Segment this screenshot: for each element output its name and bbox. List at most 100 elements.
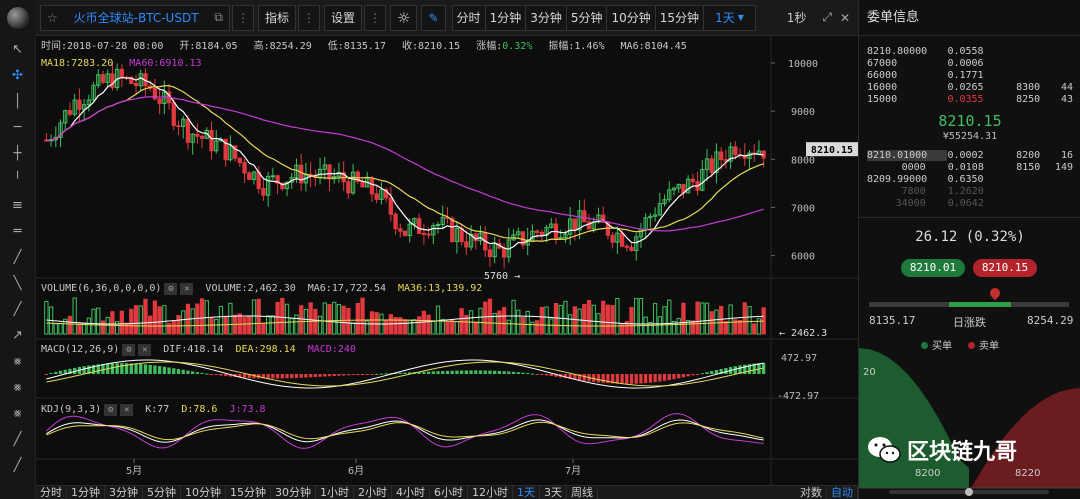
auto-scale-toggle[interactable]: 自动 <box>827 486 858 499</box>
best-ask-button[interactable]: 8210.15 <box>973 259 1037 277</box>
refresh-interval[interactable]: 1秒 <box>787 9 807 26</box>
price-line-tool-icon[interactable]: ╱ <box>0 296 35 322</box>
channel-tool-icon[interactable]: ═ <box>0 218 35 244</box>
symbol-selector[interactable]: ☆ 火币全球站-BTC-USDT ⧉ <box>40 4 230 31</box>
more-icon[interactable]: ⋮ <box>364 4 387 31</box>
bid-row[interactable]: 8209.99000 0.6350 <box>867 174 1073 185</box>
ma18-line <box>46 85 764 242</box>
bottom-period-11[interactable]: 12小时 <box>468 486 513 499</box>
star-icon[interactable]: ☆ <box>47 11 58 25</box>
vertical-line-tool-icon[interactable]: │ <box>0 88 35 114</box>
gear-icon[interactable]: ⚙ <box>164 283 178 295</box>
bottom-period-6[interactable]: 30分钟 <box>271 486 316 499</box>
best-bid-button[interactable]: 8210.01 <box>901 259 965 277</box>
macd-bar <box>176 369 181 374</box>
kline-chart[interactable]: 6000 7000 8000 9000 10000 8210.15 5760 → ← 2462… <box>36 36 858 485</box>
bottom-period-10[interactable]: 6小时 <box>430 486 468 499</box>
theme-toggle-icon[interactable]: ☼ <box>390 4 418 31</box>
gann-tool-icon[interactable]: ⨳ <box>0 374 35 400</box>
crosshair-icon[interactable]: ✣ <box>0 62 35 88</box>
macd-bar <box>436 371 440 374</box>
ask-row[interactable]: 66000 0.1771 <box>867 70 1073 81</box>
bottom-period-7[interactable]: 1小时 <box>316 486 354 499</box>
ask-row[interactable]: 8210.80000 0.0558 <box>867 46 1073 57</box>
kline-svg[interactable]: 6000 7000 8000 9000 10000 8210.15 5760 → ← 2462… <box>36 36 858 485</box>
close-icon[interactable]: ✕ <box>138 344 152 356</box>
ohlc-info: 时间:2018-07-28 08:00 开:8184.05 高:8254.29 … <box>41 41 697 53</box>
ask-row[interactable]: 15000 0.0355 8250 43 <box>867 94 1073 105</box>
bottom-period-9[interactable]: 4小时 <box>392 486 430 499</box>
bid-row[interactable]: 0000 0.0108 8150 149 <box>867 162 1073 173</box>
fan-tool-icon[interactable]: ⨳ <box>0 348 35 374</box>
indicators-button[interactable]: 指标 <box>258 4 297 31</box>
depth-chart[interactable] <box>859 338 1080 499</box>
period-dropdown[interactable]: 1天 ▼ <box>704 4 757 31</box>
month-label: 7月 <box>565 465 581 477</box>
ruler-tool-icon[interactable]: ╱ <box>0 426 35 452</box>
bottom-period-13[interactable]: 3天 <box>540 486 567 499</box>
volume-bar <box>563 300 568 335</box>
close-icon[interactable]: ✕ <box>840 11 850 25</box>
log-scale-toggle[interactable]: 对数 <box>796 486 827 499</box>
vertical-ray-tool-icon[interactable]: ╵ <box>0 166 35 192</box>
ray-tool-icon[interactable]: ┼ <box>0 140 35 166</box>
fullscreen-icon[interactable]: ⤢ <box>822 10 832 25</box>
period-0[interactable]: 分时 <box>451 4 486 31</box>
gear-icon[interactable]: ⚙ <box>122 344 136 356</box>
bottom-period-2[interactable]: 3分钟 <box>105 486 143 499</box>
bottom-period-3[interactable]: 5分钟 <box>143 486 181 499</box>
parallel-line-tool-icon[interactable]: ╲ <box>0 270 35 296</box>
macd-bar <box>134 363 138 374</box>
arrow-tool-icon[interactable]: ↗ <box>0 322 35 348</box>
volume-bar <box>218 305 224 335</box>
bottom-period-12[interactable]: 1天 <box>513 486 540 499</box>
draw-pen-icon[interactable]: ✎ <box>421 4 446 31</box>
bottom-period-14[interactable]: 周线 <box>567 486 598 499</box>
close-icon[interactable]: ✕ <box>120 404 134 416</box>
close-icon[interactable]: ✕ <box>180 283 194 295</box>
period-1[interactable]: 1分钟 <box>485 4 527 31</box>
y-tick-label: 10000 <box>788 59 818 70</box>
depth-count <box>1051 58 1073 69</box>
volume-bar <box>610 305 615 335</box>
wechat-watermark: 区块链九哥 <box>867 434 1017 466</box>
depth-count: 43 <box>1060 94 1073 105</box>
macd-bar <box>271 374 275 379</box>
candle-body <box>247 172 252 180</box>
candle-body <box>629 246 634 251</box>
trend-line-tool-icon[interactable]: ╱ <box>0 244 35 270</box>
bottom-period-5[interactable]: 15分钟 <box>226 486 271 499</box>
period-5[interactable]: 15分钟 <box>655 4 705 31</box>
bid-row[interactable]: 8210.01000 0.0002 8200 16 <box>867 150 1073 161</box>
cursor-arrow-icon[interactable]: ↖ <box>0 36 35 62</box>
pitchfork-tool-icon[interactable]: ⨳ <box>0 400 35 426</box>
volume-bar <box>346 308 351 335</box>
horizontal-line-tool-icon[interactable]: ─ <box>0 114 35 140</box>
macd-bar <box>474 370 478 374</box>
period-4[interactable]: 10分钟 <box>607 4 656 31</box>
bid-amount: 1.2620 <box>947 186 984 197</box>
macd-bar <box>110 363 115 374</box>
macd-bar <box>625 374 629 384</box>
ask-row[interactable]: 16000 0.0265 8300 44 <box>867 82 1073 93</box>
period-3[interactable]: 5分钟 <box>566 4 608 31</box>
candle-body <box>110 73 115 89</box>
ask-row[interactable]: 67000 0.0006 <box>867 58 1073 69</box>
fib-tool-icon[interactable]: ≡ <box>0 192 35 218</box>
candle-body <box>195 133 200 137</box>
bottom-period-0[interactable]: 分时 <box>36 486 67 499</box>
macd-bar <box>653 374 657 383</box>
more-icon[interactable]: ⋮ <box>232 4 254 31</box>
period-2[interactable]: 3分钟 <box>526 4 567 31</box>
macd-bar <box>544 374 549 376</box>
bottom-period-8[interactable]: 2小时 <box>354 486 392 499</box>
more-icon[interactable]: ⋮ <box>298 4 321 31</box>
bid-row[interactable]: 7800 1.2620 <box>867 186 1073 197</box>
polyline-tool-icon[interactable]: ╱ <box>0 452 35 478</box>
bottom-period-4[interactable]: 10分钟 <box>181 486 226 499</box>
settings-button[interactable]: 设置 <box>324 4 363 31</box>
bottom-period-1[interactable]: 1分钟 <box>67 486 105 499</box>
bid-row[interactable]: 34000 0.0642 <box>867 198 1073 209</box>
external-link-icon[interactable]: ⧉ <box>214 10 223 25</box>
gear-icon[interactable]: ⚙ <box>104 404 118 416</box>
